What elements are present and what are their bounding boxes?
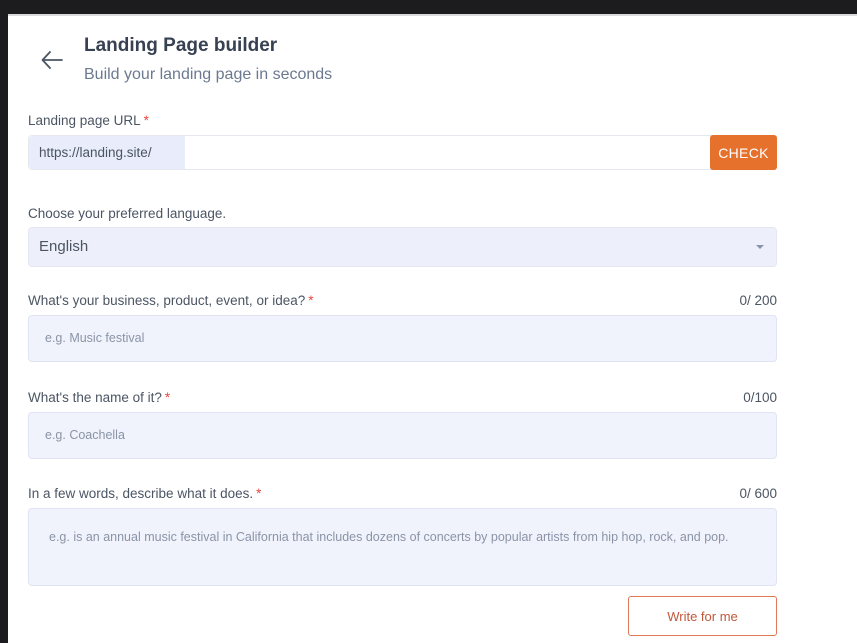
required-marker: * xyxy=(256,486,262,501)
description-textarea[interactable]: e.g. is an annual music festival in Cali… xyxy=(28,508,777,586)
business-char-counter: 0/ 200 xyxy=(739,293,777,308)
url-input[interactable] xyxy=(185,136,710,169)
window-top-bar xyxy=(0,0,857,12)
description-label-row: In a few words, describe what it does. * xyxy=(28,486,261,501)
write-for-me-button[interactable]: Write for me xyxy=(628,596,777,636)
business-input[interactable]: e.g. Music festival xyxy=(28,315,777,362)
page-subtitle: Build your landing page in seconds xyxy=(84,66,333,83)
business-label: What's your business, product, event, or… xyxy=(28,293,306,308)
landing-builder-card: Landing Page builder Build your landing … xyxy=(8,14,857,643)
required-marker: * xyxy=(164,390,171,405)
url-label-row: Landing page URL * xyxy=(28,113,149,128)
name-label: What's the name of it? xyxy=(28,390,162,405)
check-button[interactable]: CHECK xyxy=(710,135,777,170)
url-label: Landing page URL xyxy=(28,113,141,128)
required-marker: * xyxy=(143,113,149,128)
name-input[interactable]: e.g. Coachella xyxy=(28,412,777,459)
business-label-row: What's your business, product, event, or… xyxy=(28,293,314,308)
page-title: Landing Page builder xyxy=(84,35,278,56)
description-char-counter: 0/ 600 xyxy=(739,486,777,501)
language-label: Choose your preferred language. xyxy=(28,206,227,221)
url-field: https://landing.site/ xyxy=(28,135,777,170)
chevron-down-icon xyxy=(756,245,764,249)
back-arrow-icon[interactable] xyxy=(38,46,66,74)
language-selected-value: English xyxy=(39,238,89,255)
language-select[interactable]: English xyxy=(28,227,777,267)
name-char-counter: 0/100 xyxy=(743,390,777,405)
required-marker: * xyxy=(308,293,314,308)
url-prefix: https://landing.site/ xyxy=(29,136,185,169)
name-label-row: What's the name of it? * xyxy=(28,390,170,405)
description-label: In a few words, describe what it does. xyxy=(28,486,254,501)
